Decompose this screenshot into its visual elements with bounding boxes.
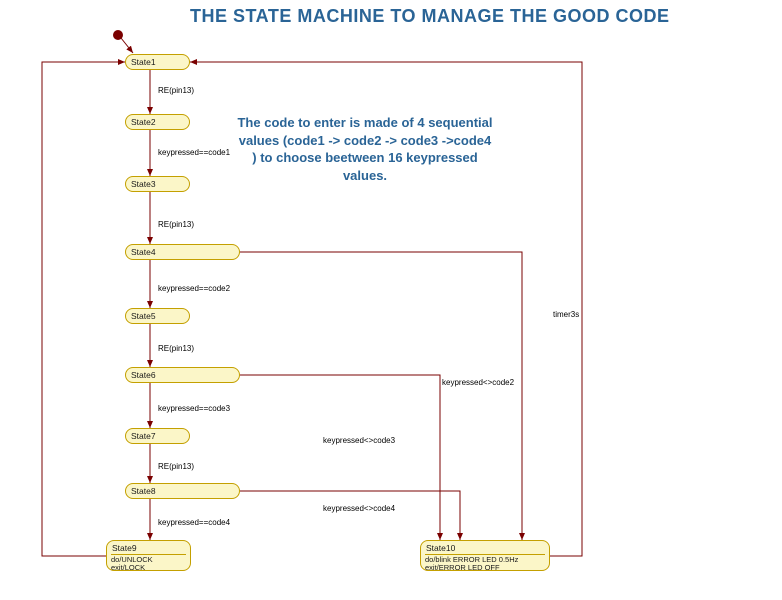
state-label: State3 [130,179,185,190]
diagram-description: The code to enter is made of 4 sequentia… [235,114,495,184]
transition-label: RE(pin13) [158,220,194,229]
state-label: State7 [130,431,185,442]
state-label: State9 [111,543,186,554]
state-8: State8 [125,483,240,499]
state-label: State5 [130,311,185,322]
transition-label: keypressed==code2 [158,284,230,293]
transition-label: keypressed<>code3 [323,436,395,445]
state-actions: do/blink ERROR LED 0.5Hz exit/ERROR LED … [425,554,545,573]
state-exit-action: exit/ERROR LED OFF [425,564,545,572]
state-actions: do/UNLOCK exit/LOCK [111,554,186,573]
state-7: State7 [125,428,190,444]
state-10: State10 do/blink ERROR LED 0.5Hz exit/ER… [420,540,550,571]
state-label: State8 [130,486,235,497]
state-5: State5 [125,308,190,324]
transition-label: keypressed==code1 [158,148,230,157]
state-9: State9 do/UNLOCK exit/LOCK [106,540,191,571]
state-label: State10 [425,543,545,554]
state-4: State4 [125,244,240,260]
state-exit-action: exit/LOCK [111,564,186,572]
state-label: State2 [130,117,185,128]
transition-label: RE(pin13) [158,462,194,471]
state-6: State6 [125,367,240,383]
transition-label: RE(pin13) [158,344,194,353]
state-1: State1 [125,54,190,70]
state-3: State3 [125,176,190,192]
transition-label: keypressed<>code2 [442,378,514,387]
state-label: State6 [130,370,235,381]
initial-state-dot [113,30,123,40]
diagram-title: THE STATE MACHINE TO MANAGE THE GOOD COD… [190,6,670,27]
state-label: State4 [130,247,235,258]
transition-label: keypressed==code4 [158,518,230,527]
transition-label: keypressed<>code4 [323,504,395,513]
state-label: State1 [130,57,185,68]
transition-label: keypressed==code3 [158,404,230,413]
state-2: State2 [125,114,190,130]
transition-label: timer3s [553,310,579,319]
transition-label: RE(pin13) [158,86,194,95]
